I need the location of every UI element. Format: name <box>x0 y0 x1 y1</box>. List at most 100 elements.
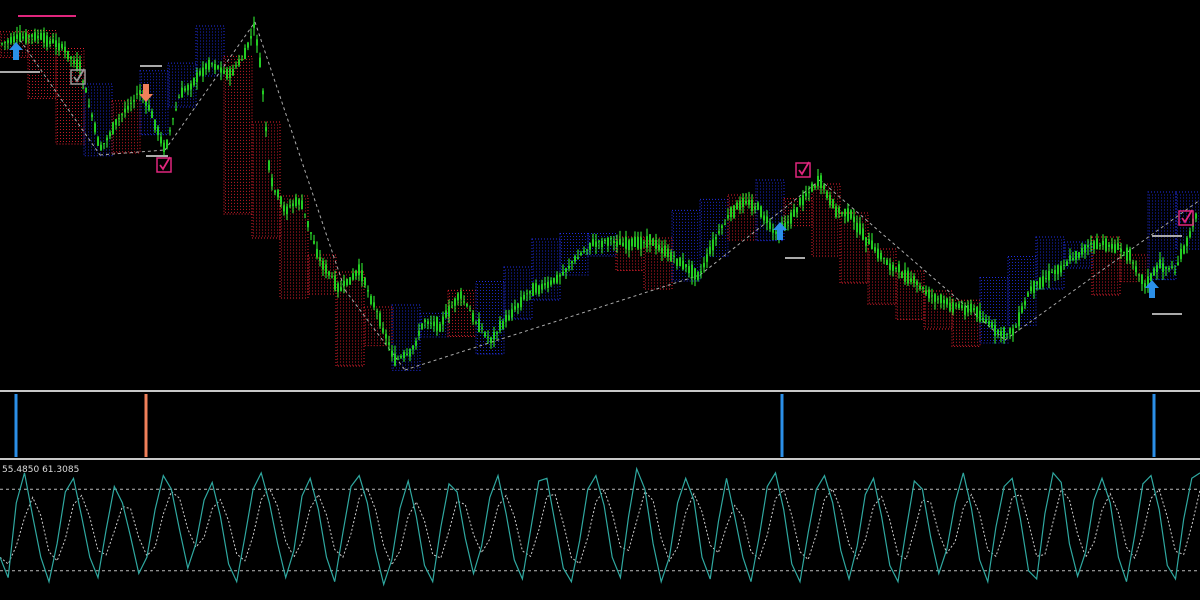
candle-body <box>685 264 687 267</box>
candle-body <box>664 245 666 257</box>
candle-body <box>616 241 618 247</box>
candle-body <box>1159 259 1161 269</box>
candle-body <box>724 223 726 225</box>
candle-body <box>1165 267 1167 269</box>
candle-body <box>856 222 858 233</box>
candle-body <box>943 299 945 304</box>
candle-body <box>826 191 828 199</box>
sell-arrow-icon[interactable] <box>139 84 153 102</box>
candle-body <box>796 207 798 213</box>
candle-body <box>667 248 669 257</box>
candle-body <box>877 248 879 259</box>
candle-body <box>349 277 351 285</box>
candle-body <box>481 327 483 329</box>
candle-body <box>40 33 42 40</box>
candle-body <box>217 65 219 69</box>
candle-body <box>553 277 555 283</box>
candle-body <box>331 276 333 278</box>
candle-body <box>388 342 390 345</box>
candle-body <box>697 272 699 280</box>
candle-body <box>352 273 354 280</box>
candle-body <box>472 312 474 322</box>
candle-body <box>967 305 969 313</box>
candle-body <box>1099 244 1101 247</box>
candle-body <box>475 322 477 324</box>
candle-body <box>604 239 606 241</box>
candle-body <box>112 122 114 135</box>
candle-body <box>490 337 492 343</box>
candle-body <box>277 190 279 198</box>
candle-body <box>421 323 423 330</box>
candle-body <box>1036 281 1038 285</box>
candle-body <box>1003 327 1005 339</box>
candle-body <box>874 247 876 252</box>
candle-body <box>115 119 117 125</box>
trading-chart[interactable]: 55.4850 61.3085 <box>0 0 1200 600</box>
candle-body <box>1090 242 1092 245</box>
candle-body <box>793 209 795 217</box>
candle-body <box>598 240 600 242</box>
candle-body <box>730 207 732 218</box>
candle-body <box>55 40 57 48</box>
checkmark-icon[interactable] <box>156 156 172 173</box>
candle-body <box>70 56 72 59</box>
candle-body <box>889 263 891 270</box>
candle-body <box>619 238 621 245</box>
candle-body <box>10 36 12 43</box>
candle-body <box>913 276 915 284</box>
candle-body <box>43 32 45 43</box>
candle-body <box>211 63 213 65</box>
candle-body <box>595 241 597 247</box>
candle-body <box>1063 264 1065 266</box>
candle-body <box>817 175 819 187</box>
candle-body <box>301 200 303 210</box>
candle-body <box>652 238 654 246</box>
candle-body <box>1177 262 1179 266</box>
candle-body <box>109 132 111 137</box>
candle-body <box>1132 262 1134 264</box>
candle-body <box>814 185 816 188</box>
candle-body <box>985 319 987 323</box>
candle-body <box>409 348 411 357</box>
candle-body <box>298 199 300 205</box>
candle-body <box>1162 263 1164 272</box>
candle-body <box>130 102 132 105</box>
candle-body <box>976 307 978 318</box>
candle-body <box>280 196 282 205</box>
candle-body <box>769 222 771 229</box>
candle-body <box>163 142 165 152</box>
candle-body <box>1072 258 1074 261</box>
candle-body <box>325 264 327 274</box>
candle-body <box>1054 270 1056 275</box>
candle-body <box>1183 245 1185 254</box>
candle-body <box>148 104 150 111</box>
candle-body <box>1042 276 1044 287</box>
candle-body <box>700 271 702 273</box>
candle-body <box>850 210 852 219</box>
candle-body <box>1012 328 1014 336</box>
candle-body <box>673 255 675 257</box>
candle-body <box>454 298 456 306</box>
candle-body <box>1075 251 1077 260</box>
candle-body <box>208 59 210 70</box>
candle-body <box>703 263 705 268</box>
checkmark-icon[interactable] <box>795 161 811 178</box>
candle-body <box>589 242 591 250</box>
candle-body <box>364 277 366 286</box>
candle-body <box>439 323 441 332</box>
candle-body <box>382 328 384 333</box>
candle-body <box>1069 255 1071 261</box>
candle-body <box>1156 265 1158 273</box>
checkmark-icon[interactable] <box>1178 209 1194 226</box>
candle-body <box>517 303 519 308</box>
candle-body <box>406 353 408 355</box>
candle-body <box>313 241 315 244</box>
candle-body <box>100 144 102 151</box>
candle-body <box>898 264 900 273</box>
candle-body <box>745 200 747 204</box>
candle-body <box>121 113 123 115</box>
candle-body <box>811 183 813 192</box>
candle-body <box>532 283 534 296</box>
candle-body <box>961 305 963 309</box>
candle-body <box>805 193 807 197</box>
